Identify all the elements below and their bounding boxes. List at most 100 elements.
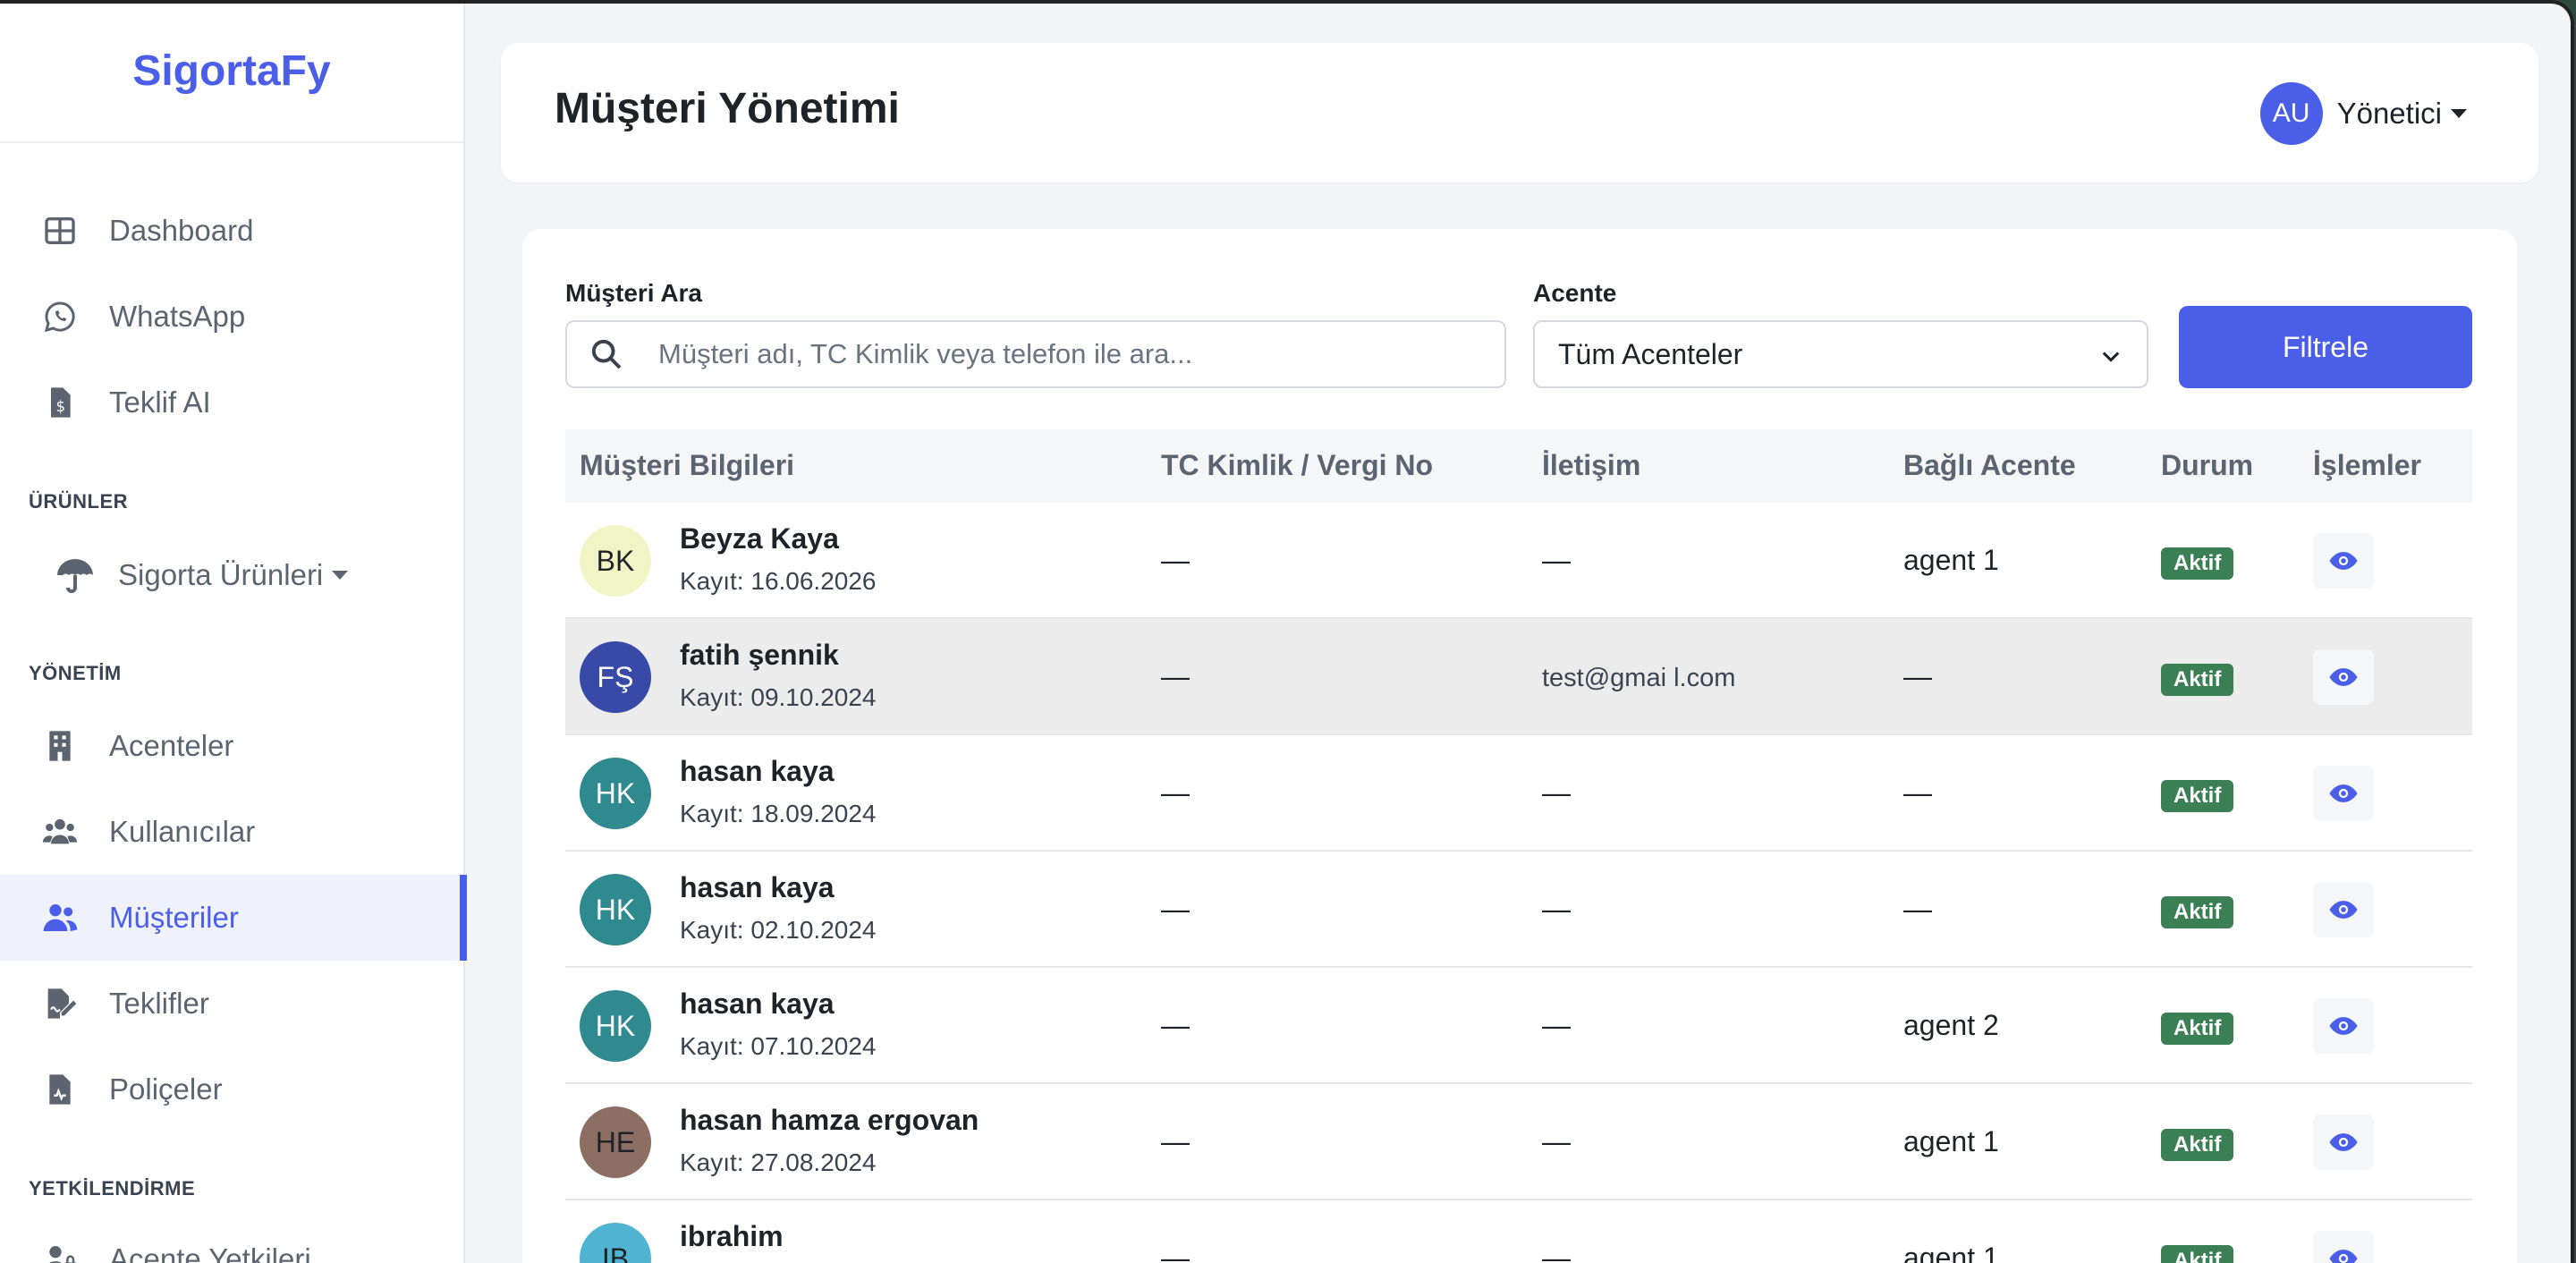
avatar: HK [580,758,651,829]
page-title: Müşteri Yönetimi [555,85,900,132]
sidebar-item-label: Teklifler [109,987,209,1020]
status-badge: Aktif [2161,664,2234,696]
user-lock-icon [41,1241,79,1263]
users-icon [41,813,79,851]
sidebar-item-label: Acenteler [109,729,234,762]
sidebar-item-acenteler[interactable]: Acenteler [0,703,465,789]
column-header: Bağlı Acente [1903,449,2076,481]
customer-name: fatih şennik [680,639,839,671]
customer-name: ibrahim [680,1220,784,1252]
view-button[interactable] [2313,1115,2374,1170]
column-header: Müşteri Bilgileri [580,449,795,481]
tc-number: — [1161,1125,1190,1157]
contact-info: — [1542,776,1571,809]
sidebar-item-label: Dashboard [109,214,254,247]
sidebar-item-policeler[interactable]: Poliçeler [0,1047,465,1132]
sidebar-item-musteriler[interactable]: Müşteriler [0,875,467,961]
tc-number: — [1161,776,1190,809]
contact-info: test@gmai l.com [1542,664,1736,692]
view-button[interactable] [2313,1231,2374,1263]
linked-agency: agent 1 [1903,1125,1999,1157]
sidebar-item-kullanicilar[interactable]: Kullanıcılar [0,789,465,875]
caret-down-icon [332,571,349,580]
sidebar-item-label: Poliçeler [109,1072,223,1106]
view-button[interactable] [2313,766,2374,821]
avatar: AU [2259,82,2323,145]
sidebar-item-sigorta-urunleri[interactable]: Sigorta Ürünleri [54,535,349,615]
eye-icon [2329,1017,2358,1035]
file-medical-icon [41,1071,79,1108]
contact-info: — [1542,893,1571,925]
section-label-products: ÜRÜNLER [29,490,129,513]
registration-date: Kayıt: 02.10.2024 [680,916,877,944]
registration-date: Kayıt: 16.06.2026 [680,567,877,595]
agency-selected-value: Tüm Acenteler [1558,337,1743,370]
search-label: Müşteri Ara [565,279,703,307]
contact-info: — [1542,544,1571,576]
table-row[interactable]: HK hasan kaya Kayıt: 07.10.2024 — — agen… [565,968,2472,1084]
agency-select[interactable]: Tüm Acenteler [1533,320,2148,388]
column-header: İşlemler [2313,449,2421,481]
table-row[interactable]: HK hasan kaya Kayıt: 18.09.2024 — — — Ak… [565,735,2472,852]
sidebar-item-teklif-ai[interactable]: $ Teklif AI [0,360,465,445]
tc-number: — [1161,893,1190,925]
view-button[interactable] [2313,649,2374,705]
avatar: HK [580,874,651,945]
avatar: BK [580,525,651,597]
sidebar-item-teklifler[interactable]: Teklifler [0,961,465,1047]
sidebar-item-whatsapp[interactable]: WhatsApp [0,274,465,360]
avatar: FŞ [580,641,651,713]
caret-down-icon [2451,109,2467,118]
avatar: IB [580,1223,651,1263]
table-row[interactable]: FŞ fatih şennik Kayıt: 09.10.2024 — test… [565,619,2472,735]
sidebar-item-acente-yetkileri[interactable]: Acente Yetkileri [0,1216,465,1263]
view-button[interactable] [2313,882,2374,937]
status-badge: Aktif [2161,547,2234,580]
tc-number: — [1161,1242,1190,1263]
sidebar-item-label: Acente Yetkileri [109,1242,311,1263]
customer-name: hasan kaya [680,988,835,1020]
table-row[interactable]: HK hasan kaya Kayıt: 02.10.2024 — — — Ak… [565,852,2472,968]
filter-button[interactable]: Filtrele [2179,306,2472,388]
sidebar-item-label: Müşteriler [109,901,239,934]
linked-agency: agent 2 [1903,1009,1999,1041]
customer-name: hasan kaya [680,755,835,787]
view-button[interactable] [2313,533,2374,589]
view-button[interactable] [2313,998,2374,1054]
table-row[interactable]: BK Beyza Kaya Kayıt: 16.06.2026 — — agen… [565,503,2472,619]
tc-number: — [1161,544,1190,576]
tc-number: — [1161,1009,1190,1041]
sidebar-item-dashboard[interactable]: Dashboard [0,188,465,274]
invoice-dollar-icon: $ [41,384,79,421]
column-header: Durum [2161,449,2254,481]
table-row[interactable]: HE hasan hamza ergovan Kayıt: 27.08.2024… [565,1084,2472,1200]
eye-icon [2329,784,2358,802]
contact-info: — [1542,1009,1571,1041]
registration-date: Kayıt: 07.10.2024 [680,1032,877,1060]
sidebar-item-label: Kullanıcılar [109,815,256,848]
sidebar-item-label: Teklif AI [109,386,211,419]
search-field[interactable] [565,320,1506,388]
status-badge: Aktif [2161,780,2234,812]
sidebar-item-label: Sigorta Ürünleri [118,558,324,591]
table-body: BK Beyza Kaya Kayıt: 16.06.2026 — — agen… [565,503,2472,1263]
app-window: SigortaFy Dashboard WhatsApp $ Teklif AI… [0,0,2574,1263]
contact-info: — [1542,1125,1571,1157]
agency-label: Acente [1533,279,1617,307]
table-row[interactable]: IB ibrahim — — agent 1 Aktif [565,1200,2472,1263]
tc-number: — [1161,660,1190,692]
registration-date: Kayıt: 09.10.2024 [680,683,877,711]
eye-icon [2329,1250,2358,1263]
avatar: HK [580,990,651,1062]
contact-info: — [1542,1242,1571,1263]
linked-agency: agent 1 [1903,1242,1999,1263]
status-badge: Aktif [2161,1013,2234,1045]
user-menu-dropdown[interactable]: AU Yönetici [2259,82,2467,145]
customer-list-card: Müşteri Ara Acente Tüm Acenteler Filtrel… [522,229,2517,1263]
search-input[interactable] [658,338,1499,370]
customer-name: Beyza Kaya [680,522,839,555]
search-icon [591,339,622,369]
eye-icon [2329,668,2358,686]
whatsapp-icon [41,298,79,335]
brand-logo[interactable]: SigortaFy [0,4,463,143]
